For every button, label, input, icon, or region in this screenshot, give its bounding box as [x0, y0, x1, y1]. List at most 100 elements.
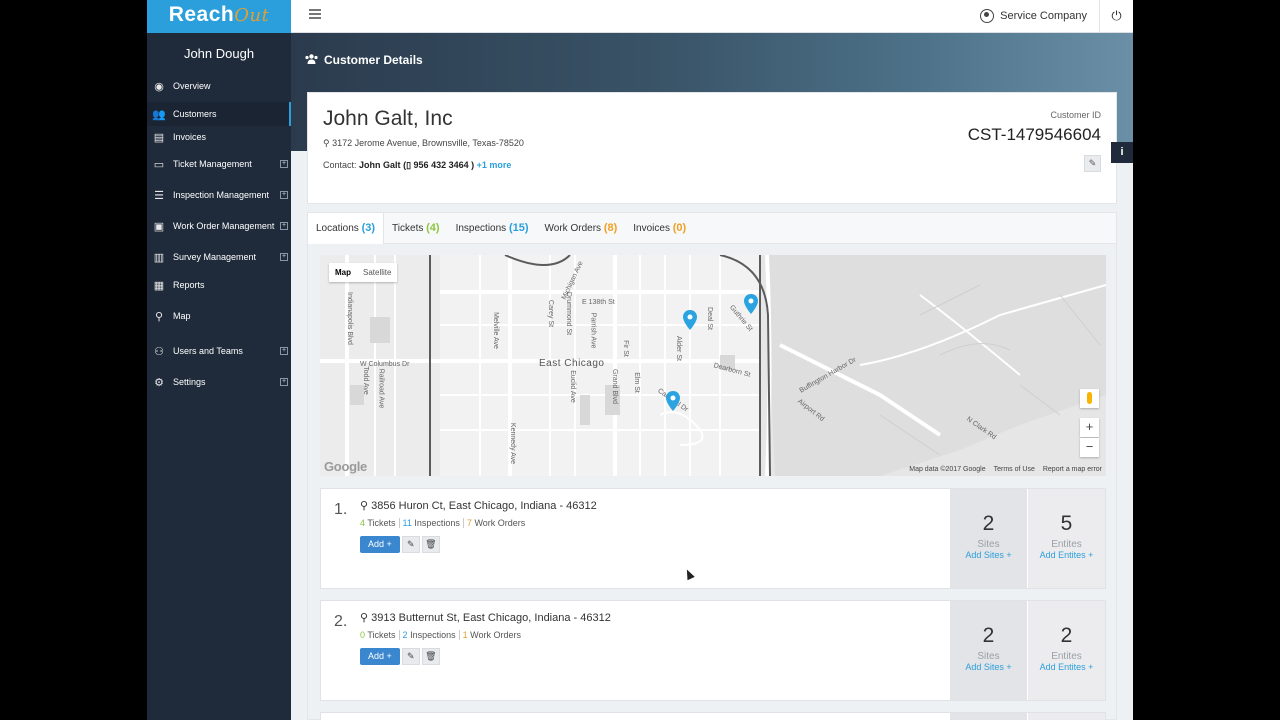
map-street-label: Elm St	[632, 372, 640, 393]
map-data-attribution: Map data ©2017 Google	[909, 466, 986, 473]
work-orders-count[interactable]: 1 Work Orders	[458, 630, 524, 640]
sidebar-item-ticket-management[interactable]: ▭ Ticket Management +	[147, 152, 291, 176]
street-view-pegman-icon[interactable]	[1080, 389, 1099, 408]
map-terms-link[interactable]: Terms of Use	[994, 466, 1035, 473]
map-type-satellite[interactable]: Satellite	[357, 263, 397, 282]
map-pin-icon[interactable]	[683, 310, 697, 330]
page-title: Customer Details	[305, 53, 423, 67]
work-orders-count[interactable]: 7 Work Orders	[462, 518, 528, 528]
map-marker-icon: ⚲	[360, 500, 369, 512]
delete-location-button[interactable]: 🗑	[421, 648, 440, 665]
map-report-link[interactable]: Report a map error	[1043, 466, 1102, 473]
expand-plus-icon[interactable]: +	[280, 347, 288, 355]
map-street-label: Deal St	[705, 307, 713, 330]
entities-count: 2	[1060, 624, 1073, 647]
sidebar-item-label: Work Order Management	[173, 221, 275, 231]
map-type-map[interactable]: Map	[329, 263, 357, 282]
tab-inspections[interactable]: Inspections (15)	[448, 213, 537, 243]
edit-location-button[interactable]: ✎	[401, 648, 420, 665]
sidebar-item-invoices[interactable]: ▤ Invoices	[147, 127, 291, 147]
info-icon[interactable]: i	[1111, 142, 1133, 163]
edit-customer-button[interactable]: ✎	[1084, 155, 1101, 172]
sidebar-item-label: Overview	[173, 81, 211, 91]
tab-label: Locations	[316, 223, 359, 234]
sidebar-item-reports[interactable]: ▦ Reports	[147, 274, 291, 296]
tab-tickets[interactable]: Tickets (4)	[384, 213, 448, 243]
add-sites-link[interactable]: Add Sites +	[950, 662, 1027, 672]
pencil-icon: ✎	[407, 539, 415, 549]
company-menu[interactable]: Service Company	[980, 9, 1087, 23]
tab-invoices[interactable]: Invoices (0)	[625, 213, 694, 243]
location-number: 2.	[334, 613, 348, 630]
company-name: Service Company	[1000, 10, 1087, 22]
sidebar-item-label: Reports	[173, 280, 205, 290]
location-counts: 4 Tickets 11 Inspections 7 Work Orders	[360, 518, 528, 528]
tab-count: (15)	[508, 222, 529, 234]
trash-icon: 🗑	[425, 539, 437, 549]
mobile-phone-icon: ▯	[406, 160, 412, 170]
location-address: ⚲ 3913 Butternut St, East Chicago, India…	[360, 612, 611, 624]
delete-location-button[interactable]: 🗑	[421, 536, 440, 553]
entities-count: 5	[1060, 512, 1073, 535]
tab-locations[interactable]: Locations (3)	[308, 213, 385, 244]
zoom-in-button[interactable]: +	[1080, 418, 1099, 437]
inspections-count[interactable]: 11 Inspections	[398, 518, 463, 528]
tab-label: Work Orders	[544, 223, 602, 234]
map-marker-icon: ⚲	[323, 138, 330, 148]
edit-location-button[interactable]: ✎	[401, 536, 420, 553]
sidebar-item-label: Invoices	[173, 132, 207, 142]
zoom-out-button[interactable]: −	[1080, 438, 1099, 457]
hamburger-menu-icon[interactable]	[309, 9, 321, 21]
power-icon[interactable]: ⏻	[1099, 0, 1133, 33]
map-street-label: Parrish Ave	[589, 312, 597, 349]
tab-label: Tickets	[392, 223, 424, 234]
tickets-count[interactable]: 4 Tickets	[360, 518, 399, 528]
tab-label: Invoices	[633, 223, 670, 234]
map-pin-icon[interactable]	[744, 294, 758, 314]
add-button[interactable]: Add +	[360, 648, 400, 665]
add-sites-link[interactable]: Add Sites +	[950, 550, 1027, 560]
tab-count: (4)	[426, 222, 440, 234]
tab-count: (0)	[672, 222, 687, 234]
customer-id: CST-1479546604	[967, 125, 1101, 144]
expand-plus-icon[interactable]: +	[280, 160, 288, 168]
map-pin-icon[interactable]	[666, 391, 680, 411]
location-address: ⚲ 3856 Huron Ct, East Chicago, Indiana -…	[360, 500, 597, 512]
sidebar-item-overview[interactable]: ◉ Overview	[147, 76, 291, 96]
location-number: 1.	[334, 501, 348, 518]
inspections-count[interactable]: 2 Inspections	[398, 630, 459, 640]
sidebar-item-customers[interactable]: 👥 Customers	[147, 102, 291, 126]
contact-phone: 956 432 3464	[413, 160, 469, 170]
sidebar-item-work-order-management[interactable]: ▣ Work Order Management +	[147, 214, 291, 238]
trash-icon: 🗑	[425, 651, 437, 661]
tab-work-orders[interactable]: Work Orders (8)	[537, 213, 626, 243]
sidebar-item-survey-management[interactable]: ▥ Survey Management +	[147, 245, 291, 269]
locations-map[interactable]: East Chicago W Columbus Dr E 138th St Bu…	[320, 255, 1106, 476]
add-entities-link[interactable]: Add Entites +	[1028, 662, 1105, 672]
tickets-count[interactable]: 0 Tickets	[360, 630, 399, 640]
map-street-label: Indianapolis Blvd	[345, 292, 353, 345]
customer-address: ⚲ 3172 Jerome Avenue, Brownsville, Texas…	[323, 138, 524, 148]
expand-plus-icon[interactable]: +	[280, 253, 288, 261]
customer-id-label: Customer ID	[1050, 110, 1101, 120]
add-entities-link[interactable]: Add Entites +	[1028, 550, 1105, 560]
expand-plus-icon[interactable]: +	[280, 378, 288, 386]
sidebar-item-settings[interactable]: ⚙ Settings +	[147, 370, 291, 394]
map-street-label: Fir St	[621, 340, 629, 357]
map-street-label: Carey St	[547, 299, 555, 328]
users-icon: 👥	[152, 108, 166, 121]
app-window: ReachOut Service Company ⏻ John Dough ◉ O…	[147, 0, 1133, 720]
sidebar-item-label: Customers	[173, 109, 217, 119]
map-street-label: Railroad Ave	[377, 368, 385, 409]
sidebar-item-label: Map	[173, 311, 191, 321]
sidebar-item-users-and-teams[interactable]: ⚇ Users and Teams +	[147, 339, 291, 363]
map-street-label: Grand Blvd	[611, 368, 619, 405]
map-footer: Map data ©2017 Google Terms of Use Repor…	[909, 466, 1102, 473]
sidebar-item-map[interactable]: ⚲ Map	[147, 304, 291, 328]
sidebar-item-inspection-management[interactable]: ☰ Inspection Management +	[147, 183, 291, 207]
more-contacts-link[interactable]: +1 more	[477, 160, 512, 170]
expand-plus-icon[interactable]: +	[280, 191, 288, 199]
expand-plus-icon[interactable]: +	[280, 222, 288, 230]
app-logo[interactable]: ReachOut	[147, 0, 291, 33]
add-button[interactable]: Add +	[360, 536, 400, 553]
